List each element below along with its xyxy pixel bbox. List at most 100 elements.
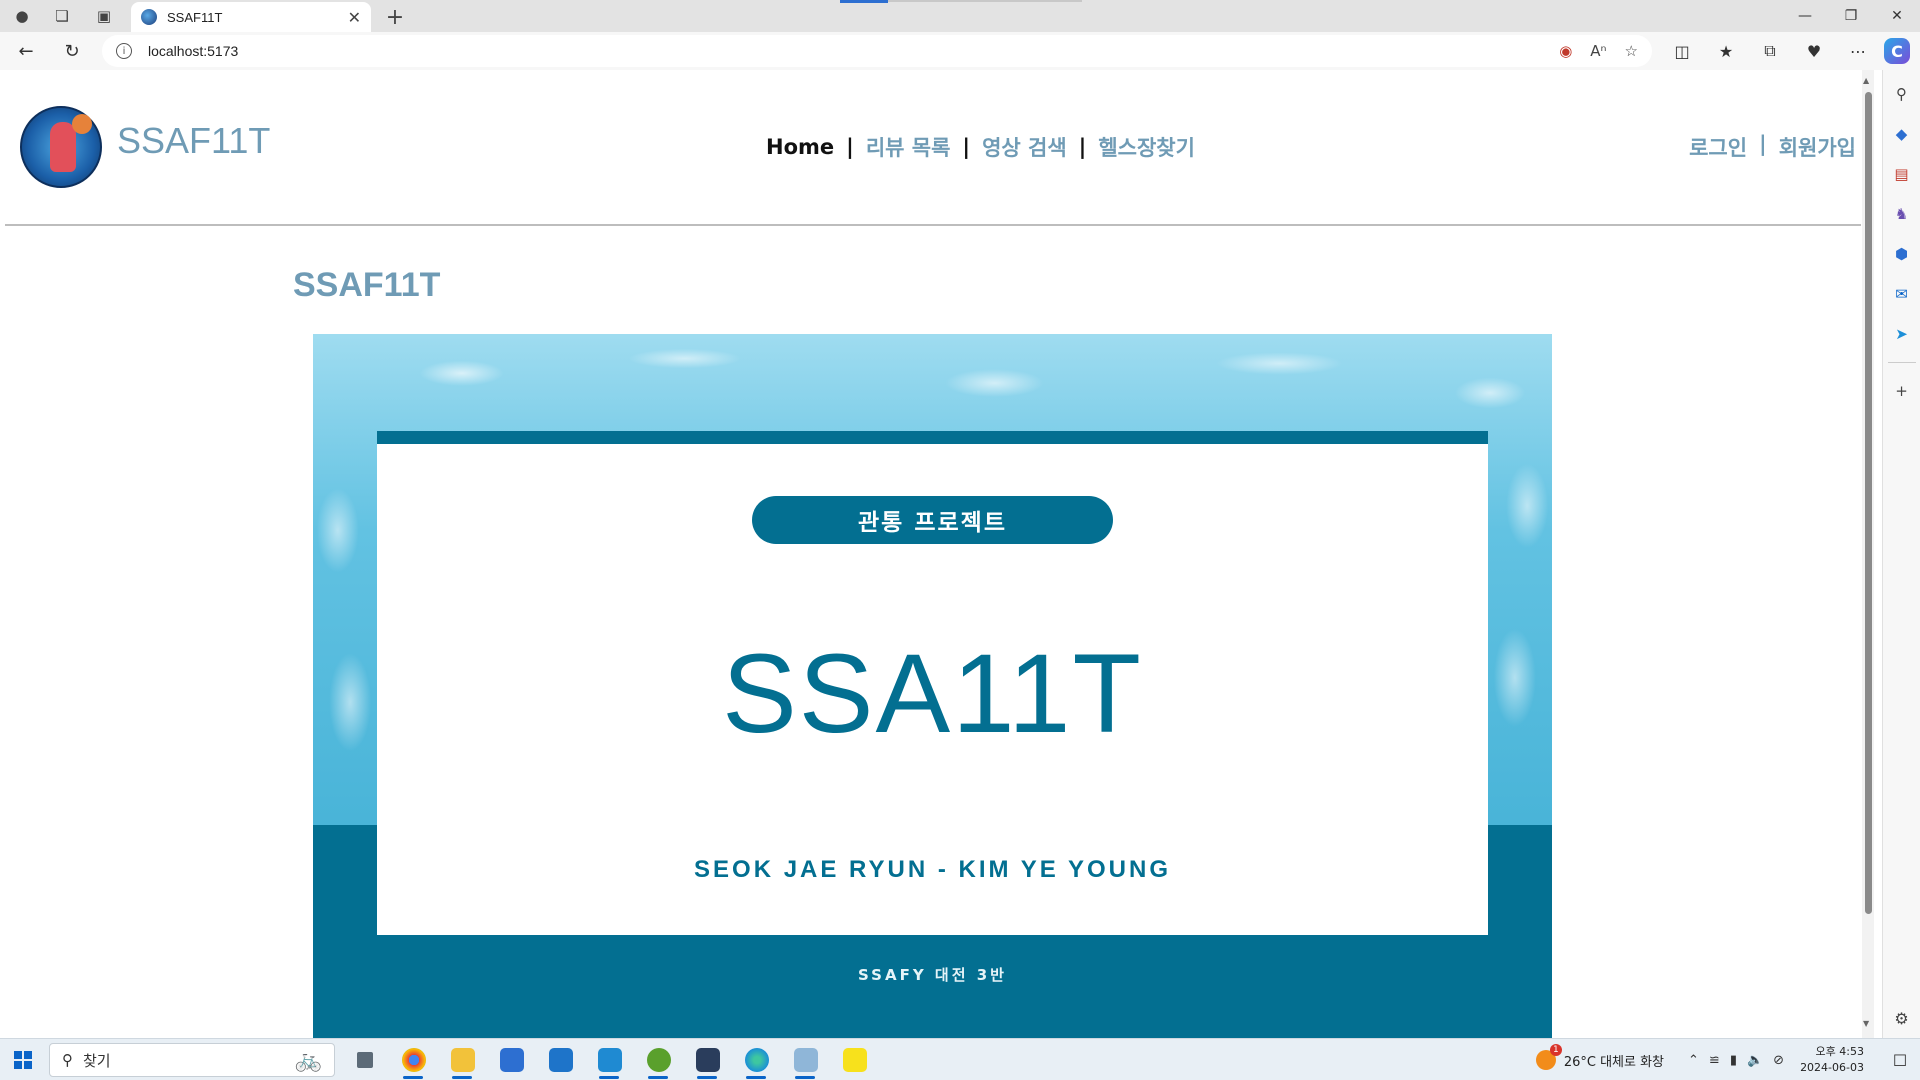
more-menu-icon[interactable]: ⋯ [1840,33,1876,69]
back-icon[interactable]: ← [8,33,44,69]
card-top-border [377,431,1488,444]
system-clock[interactable]: 오후 4:53 2024-06-03 [1800,1044,1864,1076]
show-hidden-icons-icon[interactable]: ⌃ [1688,1053,1699,1068]
file-explorer-icon[interactable] [442,1039,483,1080]
login-link[interactable]: 로그인 [1689,132,1747,162]
nav-home-link[interactable]: Home [766,135,834,159]
scroll-down-arrow-icon[interactable]: ▼ [1863,1019,1869,1028]
games-icon[interactable]: ♞ [1891,202,1913,226]
banner-authors: SEOK JAE RYUN - KIM YE YOUNG [694,856,1171,883]
nav-video-search-link[interactable]: 영상 검색 [982,132,1067,162]
profile-icon[interactable]: ● [6,0,38,32]
site-info-icon[interactable]: i [116,43,132,59]
bicycle-icon: 🚲 [294,1047,322,1073]
weather-widget[interactable]: 1 26°C 대체로 화창 [1535,1044,1664,1070]
vscode-icon[interactable] [589,1039,630,1080]
banner-card: 관통 프로젝트 SSA11T SEOK JAE RYUN - KIM YE YO… [377,444,1488,935]
microsoft-store-icon[interactable] [491,1039,532,1080]
microsoft-365-icon[interactable]: ⬢ [1891,242,1913,266]
favorites-icon[interactable]: ★ [1708,33,1744,69]
logo-figure [50,122,76,172]
browser-toolbar: ← ↻ i localhost:5173 ◉ Aⁿ ☆ ◫ ★ ⧉ ♥ ⋯ C [0,32,1920,70]
nav-separator: | [846,135,854,159]
nav-separator: | [962,135,971,159]
tools-briefcase-icon[interactable]: ▤ [1891,162,1913,186]
search-icon: ⚲ [62,1051,73,1069]
tab-favicon [141,9,157,25]
sidebar-settings-icon[interactable]: ⚙ [1894,1009,1908,1028]
browser-tab[interactable]: SSAF11T ✕ [131,2,371,32]
page-scrollbar-thumb[interactable] [1865,92,1872,914]
add-sidebar-app-icon[interactable]: + [1891,379,1913,403]
new-tab-icon[interactable]: + [380,2,410,32]
windows-logo-icon [14,1050,32,1069]
url-text[interactable]: localhost:5173 [148,43,1559,59]
section-title: SSAF11T [293,266,441,304]
nav-gym-finder-link[interactable]: 헬스장찾기 [1098,132,1195,162]
mysql-workbench-icon[interactable] [687,1039,728,1080]
scroll-up-arrow-icon[interactable]: ▲ [1863,76,1869,85]
loading-track [888,0,1082,2]
network-icon[interactable]: ≌ [1709,1053,1720,1068]
tab-title: SSAF11T [167,9,223,25]
taskbar-search-box[interactable]: ⚲ 찾기 🚲 [49,1043,335,1077]
close-window-icon[interactable]: ✕ [1874,0,1920,32]
telegram-icon[interactable]: ➤ [1891,322,1913,346]
clock-time: 오후 4:53 [1815,1045,1864,1058]
chrome-icon[interactable] [393,1039,434,1080]
logo-ball [72,114,92,134]
split-screen-icon[interactable]: ◫ [1664,33,1700,69]
site-header: SSAF11T Home | 리뷰 목록 | 영상 검색 | 헬스장찾기 로그인… [5,70,1861,226]
battery-icon[interactable]: ▮ [1730,1053,1737,1068]
minimize-icon[interactable]: — [1782,0,1828,32]
vpn-off-icon[interactable]: ⊘ [1773,1053,1784,1068]
start-button[interactable] [0,1039,46,1080]
browser-title-bar: ● ❏ ▣ SSAF11T ✕ + — ❐ ✕ [0,0,1920,32]
address-bar[interactable]: i localhost:5173 ◉ Aⁿ ☆ [102,35,1652,67]
refresh-icon[interactable]: ↻ [54,33,90,69]
favorite-star-icon[interactable]: ☆ [1625,42,1638,60]
auth-separator: | [1759,132,1767,156]
spring-tool-icon[interactable] [638,1039,679,1080]
web-page: SSAF11T Home | 리뷰 목록 | 영상 검색 | 헬스장찾기 로그인… [5,70,1861,1038]
volume-icon[interactable]: 🔈 [1747,1053,1763,1068]
edge-icon[interactable] [736,1039,777,1080]
search-icon[interactable]: ⚲ [1891,82,1913,106]
tab-close-icon[interactable]: ✕ [348,8,361,27]
clock-date: 2024-06-03 [1800,1061,1864,1074]
weather-badge: 1 [1549,1044,1562,1056]
nav-reviews-link[interactable]: 리뷰 목록 [866,132,951,162]
signup-link[interactable]: 회원가입 [1779,132,1856,162]
outlook-icon[interactable]: ✉ [1891,282,1913,306]
weather-sun-icon: 1 [1535,1044,1562,1070]
read-aloud-icon[interactable]: Aⁿ [1590,42,1606,60]
mail-icon[interactable] [540,1039,581,1080]
auth-navigation: 로그인 | 회원가입 [1689,132,1856,162]
windows-taskbar: ⚲ 찾기 🚲 1 26°C 대체로 화창 ⌃ ≌ ▮ 🔈 ⊘ 오후 4:53 2… [0,1038,1920,1080]
task-view-icon[interactable] [344,1039,385,1080]
project-pill-label: 관통 프로젝트 [752,496,1113,544]
main-navigation: Home | 리뷰 목록 | 영상 검색 | 헬스장찾기 [766,132,1195,162]
brand-title[interactable]: SSAF11T [117,120,270,162]
kakaotalk-icon[interactable] [834,1039,875,1080]
site-logo[interactable] [20,106,102,188]
window-controls: — ❐ ✕ [1782,0,1920,32]
banner-title: SSA11T [722,631,1143,756]
edge-sidebar: ⚲ ◆ ▤ ♞ ⬢ ✉ ➤ + ⚙ [1882,70,1920,1038]
collections-icon[interactable]: ⧉ [1752,33,1788,69]
hero-banner: 관통 프로젝트 SSA11T SEOK JAE RYUN - KIM YE YO… [313,334,1552,1038]
taskbar-search-placeholder[interactable]: 찾기 [83,1050,285,1071]
workspaces-icon[interactable]: ❏ [46,0,78,32]
notepad-icon[interactable] [785,1039,826,1080]
banner-footer-text: SSAFY 대전 3반 [858,966,1007,984]
notification-center-icon[interactable]: ☐ [1880,1039,1920,1080]
tab-actions-icon[interactable]: ▣ [88,0,120,32]
shopping-tag-icon[interactable]: ◆ [1891,122,1913,146]
copilot-icon[interactable]: C [1884,38,1910,64]
tracking-prevention-icon[interactable]: ◉ [1559,42,1572,60]
loading-indicator [840,0,888,3]
nav-separator: | [1078,135,1087,159]
sidebar-divider [1887,362,1916,363]
restore-icon[interactable]: ❐ [1828,0,1874,32]
browser-essentials-icon[interactable]: ♥ [1796,33,1832,69]
